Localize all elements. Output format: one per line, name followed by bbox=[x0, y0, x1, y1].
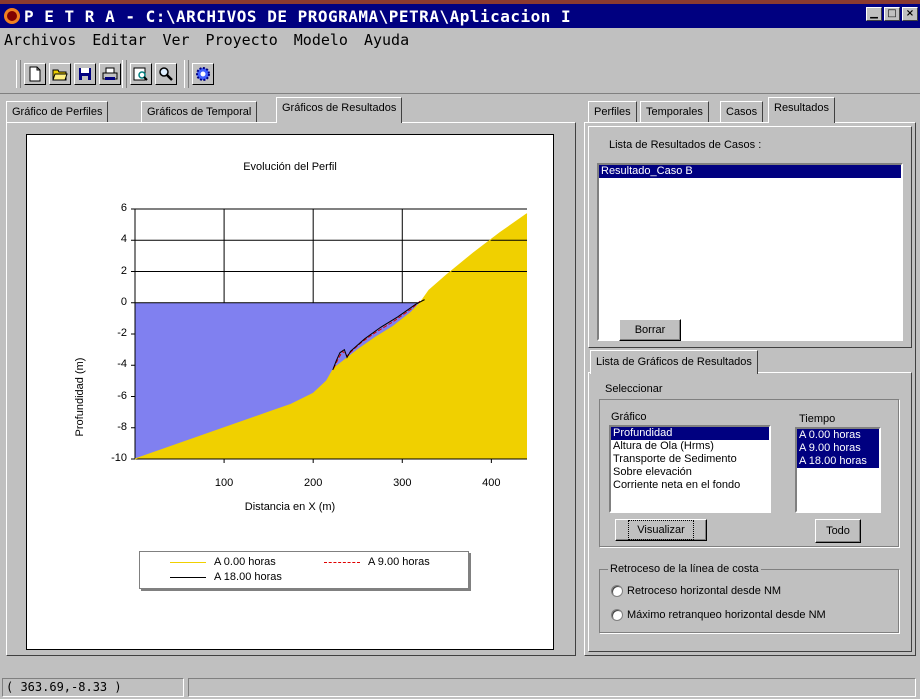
result-item[interactable]: Resultado_Caso B bbox=[599, 165, 901, 178]
results-listbox[interactable]: Resultado_Caso B bbox=[597, 163, 903, 341]
radio-retroceso[interactable]: Retroceso horizontal desde NM bbox=[611, 585, 781, 597]
settings-button[interactable] bbox=[192, 63, 214, 85]
cursor-coordinates: ( 363.69,-8.33 ) bbox=[2, 678, 184, 697]
graph-item[interactable]: Altura de Ola (Hrms) bbox=[611, 440, 769, 453]
tab-grafico-perfiles[interactable]: Gráfico de Perfiles bbox=[6, 101, 109, 123]
tab-perfiles[interactable]: Perfiles bbox=[588, 101, 637, 123]
toolbar-group-settings bbox=[182, 58, 214, 90]
legend-item-9h: A 9.00 horas bbox=[324, 556, 430, 568]
y-tick-label: 0 bbox=[120, 295, 127, 308]
menu-proyecto[interactable]: Proyecto bbox=[198, 31, 286, 49]
radio-circle[interactable] bbox=[611, 585, 623, 597]
menu-ayuda[interactable]: Ayuda bbox=[356, 31, 417, 49]
radio-label: Máximo retranqueo horizontal desde NM bbox=[627, 609, 826, 621]
y-tick-label: 2 bbox=[120, 264, 127, 277]
tab-graficos-resultados[interactable]: Gráficos de Resultados bbox=[276, 97, 403, 123]
maximize-button[interactable]: □ bbox=[884, 7, 900, 21]
save-button[interactable] bbox=[74, 63, 96, 85]
results-list-label: Lista de Resultados de Casos : bbox=[609, 139, 762, 151]
legend-item-0h: A 0.00 horas bbox=[170, 556, 276, 568]
tab-resultados[interactable]: Resultados bbox=[768, 97, 836, 123]
results-section: Lista de Resultados de Casos : Resultado… bbox=[588, 126, 912, 348]
shoreline-group: Retroceso de la línea de costa bbox=[599, 563, 899, 633]
graph-item[interactable]: Profundidad bbox=[611, 427, 769, 440]
new-file-icon bbox=[29, 66, 41, 82]
print-button[interactable] bbox=[99, 63, 121, 85]
tab-lista-graficos[interactable]: Lista de Gráficos de Resultados bbox=[590, 350, 758, 374]
zoom-button[interactable] bbox=[155, 63, 177, 85]
y-tick-label: -8 bbox=[117, 420, 127, 433]
graph-item[interactable]: Sobre elevación bbox=[611, 466, 769, 479]
y-tick-label: 6 bbox=[120, 202, 127, 214]
y-tick-label: 4 bbox=[120, 233, 127, 246]
legend-label-9h: A 9.00 horas bbox=[368, 556, 430, 568]
legend-swatch-18h bbox=[170, 576, 206, 578]
y-tick-label: -2 bbox=[117, 327, 127, 339]
chart-area: Evolución del Perfil Profundidad (m) Dis… bbox=[26, 134, 554, 650]
x-tick-label: 100 bbox=[214, 477, 234, 489]
close-button[interactable]: × bbox=[902, 7, 918, 21]
y-tick-label: -4 bbox=[117, 358, 127, 371]
settings-gear-icon bbox=[196, 67, 210, 81]
title-bar[interactable]: P E T R A - C:\ARCHIVOS DE PROGRAMA\PETR… bbox=[0, 4, 920, 28]
y-tick-label: -6 bbox=[117, 389, 127, 402]
open-folder-button[interactable] bbox=[49, 63, 71, 85]
time-item[interactable]: A 9.00 horas bbox=[797, 442, 879, 455]
graph-item[interactable]: Corriente neta en el fondo bbox=[611, 479, 769, 492]
tab-temporales[interactable]: Temporales bbox=[640, 101, 709, 123]
toolbar bbox=[0, 54, 920, 94]
x-tick-label: 400 bbox=[482, 477, 501, 489]
print-preview-button[interactable] bbox=[130, 63, 152, 85]
legend-swatch-0h bbox=[170, 561, 206, 563]
save-icon bbox=[79, 68, 91, 80]
toolbar-group-file bbox=[14, 58, 121, 90]
radio-maximo[interactable]: Máximo retranqueo horizontal desde NM bbox=[611, 609, 826, 621]
window-title: P E T R A - C:\ARCHIVOS DE PROGRAMA\PETR… bbox=[24, 6, 572, 26]
radio-label: Retroceso horizontal desde NM bbox=[627, 585, 782, 597]
tab-graficos-temporal[interactable]: Gráficos de Temporal bbox=[141, 101, 258, 123]
time-listbox[interactable]: A 0.00 horas A 9.00 horas A 18.00 horas bbox=[795, 427, 881, 513]
graphs-section: Seleccionar Gráfico Profundidad Altura d… bbox=[588, 372, 912, 652]
legend-item-18h: A 18.00 horas bbox=[170, 571, 282, 583]
status-message bbox=[188, 678, 916, 697]
legend-swatch-9h bbox=[324, 561, 360, 563]
time-item[interactable]: A 0.00 horas bbox=[797, 429, 879, 442]
y-tick-label: -10 bbox=[111, 452, 127, 464]
app-icon bbox=[4, 8, 20, 24]
legend-label-0h: A 0.00 horas bbox=[214, 556, 276, 568]
visualize-button[interactable]: Visualizar bbox=[615, 519, 707, 541]
x-tick-label: 200 bbox=[303, 477, 323, 489]
graph-item[interactable]: Transporte de Sedimento bbox=[611, 453, 769, 466]
delete-button[interactable]: Borrar bbox=[619, 319, 681, 341]
time-item[interactable]: A 18.00 horas bbox=[797, 455, 879, 468]
menu-bar: Archivos Editar Ver Proyecto Modelo Ayud… bbox=[0, 28, 920, 52]
shoreline-group-label: Retroceso de la línea de costa bbox=[608, 563, 761, 575]
menu-editar[interactable]: Editar bbox=[84, 31, 154, 49]
menu-modelo[interactable]: Modelo bbox=[286, 31, 356, 49]
legend-label-18h: A 18.00 horas bbox=[214, 571, 282, 583]
minimize-button[interactable]: ▁ bbox=[866, 7, 882, 21]
menu-archivos[interactable]: Archivos bbox=[0, 31, 84, 49]
select-label: Seleccionar bbox=[605, 383, 663, 395]
status-bar: ( 363.69,-8.33 ) bbox=[0, 676, 920, 699]
print-preview-icon bbox=[133, 67, 148, 81]
x-tick-label: 300 bbox=[393, 477, 412, 489]
zoom-icon bbox=[159, 67, 173, 81]
radio-circle[interactable] bbox=[611, 609, 623, 621]
toolbar-group-view bbox=[120, 58, 177, 90]
open-folder-icon bbox=[52, 69, 68, 81]
chart-legend: A 0.00 horas A 9.00 horas A 18.00 horas bbox=[139, 551, 469, 589]
tab-casos[interactable]: Casos bbox=[720, 101, 764, 123]
all-button[interactable]: Todo bbox=[815, 519, 861, 543]
graph-listbox[interactable]: Profundidad Altura de Ola (Hrms) Transpo… bbox=[609, 425, 771, 513]
visualize-button-label: Visualizar bbox=[628, 520, 694, 540]
time-label: Tiempo bbox=[799, 413, 836, 425]
new-file-button[interactable] bbox=[24, 63, 46, 85]
print-icon bbox=[102, 67, 118, 80]
graph-label: Gráfico bbox=[611, 411, 647, 423]
menu-ver[interactable]: Ver bbox=[154, 31, 197, 49]
